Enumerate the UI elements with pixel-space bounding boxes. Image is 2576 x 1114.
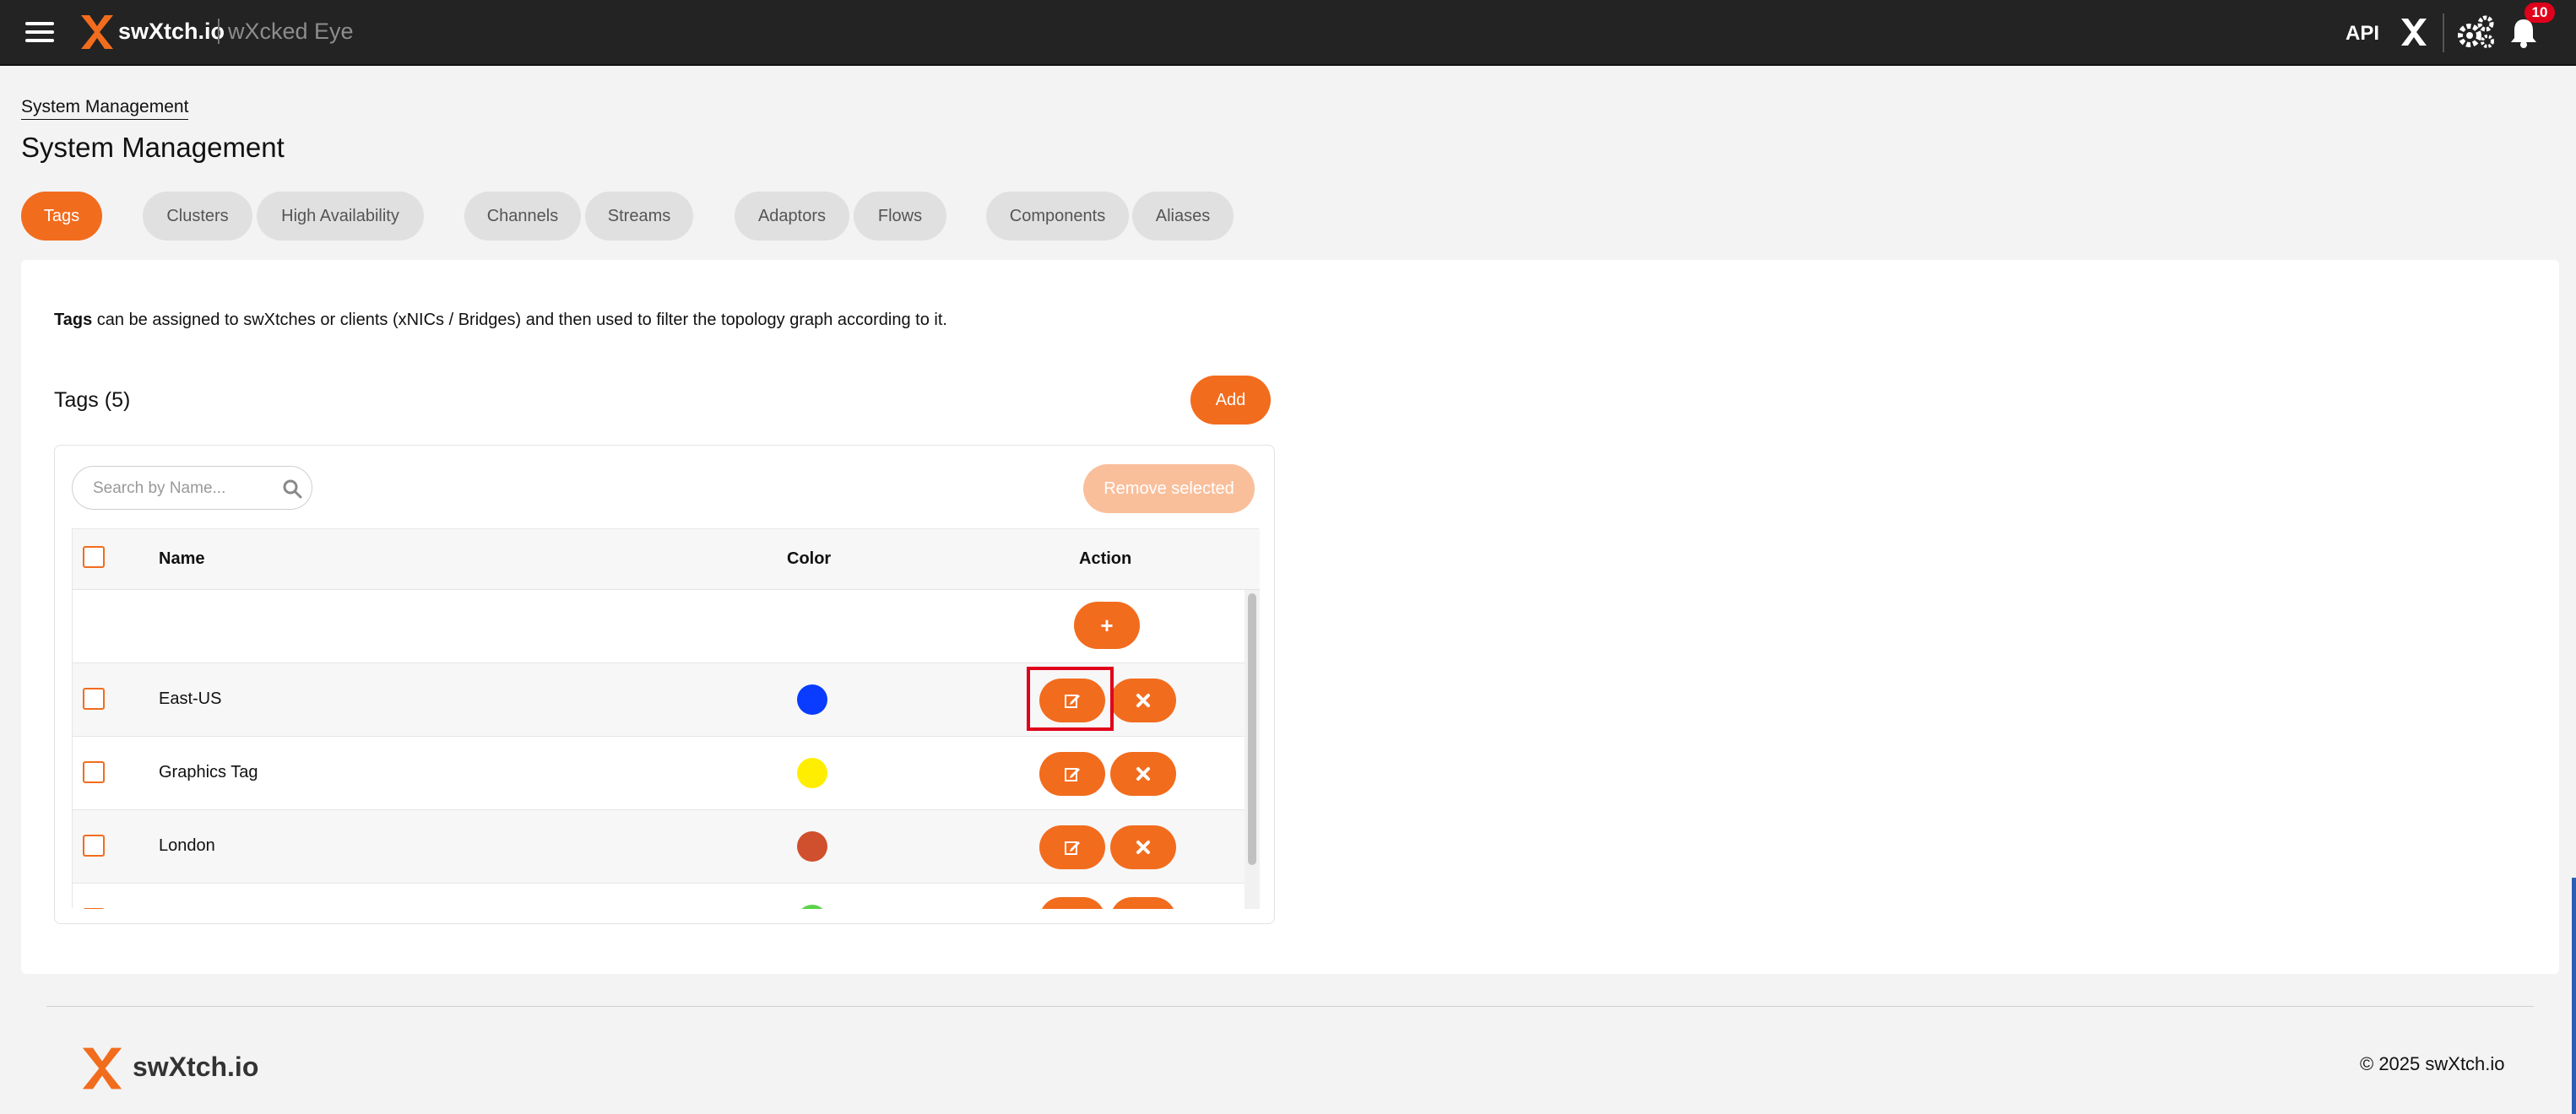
add-row-button[interactable]: + (1074, 602, 1140, 649)
brand-name[interactable]: swXtch.io (118, 19, 225, 45)
top-navbar: swXtch.io wXcked Eye API 10 (0, 0, 2576, 66)
tags-description: Tags can be assigned to swXtches or clie… (54, 311, 947, 330)
table-body: + East-US Graphics Tag London (73, 590, 1245, 909)
tab-channels[interactable]: Channels (464, 192, 581, 241)
edit-tag-button[interactable] (1039, 752, 1105, 796)
close-icon (1136, 694, 1150, 707)
edit-tag-button[interactable] (1039, 825, 1105, 869)
column-header-color: Color (787, 549, 832, 568)
select-all-checkbox[interactable] (83, 546, 105, 568)
delete-tag-button[interactable] (1110, 825, 1176, 869)
notification-badge[interactable]: 10 (2524, 3, 2555, 23)
tab-aliases[interactable]: Aliases (1132, 192, 1234, 241)
tag-name: London (159, 836, 215, 855)
row-checkbox[interactable] (83, 688, 105, 710)
tag-name: East-US (159, 689, 222, 708)
scrollbar-thumb[interactable] (1248, 593, 1256, 865)
footer-logo-icon[interactable] (79, 1043, 126, 1094)
tag-color-swatch (797, 758, 827, 788)
close-icon (1136, 767, 1150, 781)
product-name: wXcked Eye (228, 19, 354, 44)
row-checkbox[interactable] (83, 835, 105, 857)
edit-tag-button[interactable] (1039, 897, 1105, 909)
tab-streams[interactable]: Streams (585, 192, 693, 241)
api-link[interactable]: API (2346, 22, 2379, 46)
tag-color-swatch (797, 831, 827, 862)
tag-color-swatch (797, 905, 827, 909)
remove-selected-button[interactable]: Remove selected (1083, 464, 1255, 513)
edit-button-highlight (1027, 667, 1114, 731)
search-box[interactable] (72, 466, 312, 510)
tab-components[interactable]: Components (986, 192, 1129, 241)
table-row (73, 884, 1245, 909)
footer-divider (46, 1006, 2534, 1007)
breadcrumb[interactable]: System Management (21, 97, 189, 120)
gears-icon[interactable] (2455, 14, 2496, 51)
table-row: Graphics Tag (73, 737, 1245, 810)
window-edge (2572, 878, 2576, 1114)
tab-clusters[interactable]: Clusters (143, 192, 252, 241)
close-icon (1136, 841, 1150, 854)
delete-tag-button[interactable] (1110, 897, 1176, 909)
tab-flows[interactable]: Flows (854, 192, 946, 241)
swxtch-x-icon[interactable] (2400, 17, 2428, 47)
tag-name: Graphics Tag (159, 763, 258, 781)
tags-count-title: Tags (5) (54, 388, 131, 412)
copyright: © 2025 swXtch.io (2360, 1053, 2505, 1074)
table-header: Name Color Action (73, 529, 1260, 590)
row-checkbox[interactable] (83, 908, 105, 909)
edit-icon (1065, 841, 1080, 855)
brand-divider (218, 19, 220, 44)
table-scrollbar[interactable] (1245, 590, 1260, 909)
delete-tag-button[interactable] (1110, 679, 1176, 722)
row-checkbox[interactable] (83, 761, 105, 783)
search-icon[interactable] (282, 479, 302, 499)
column-header-name[interactable]: Name (159, 549, 204, 569)
column-header-action: Action (1079, 549, 1132, 568)
new-tag-row: + (73, 590, 1245, 663)
page-title: System Management (21, 132, 285, 163)
menu-icon[interactable] (25, 22, 54, 46)
tag-color-swatch (797, 684, 827, 715)
table-row: London (73, 810, 1245, 884)
add-button[interactable]: Add (1190, 376, 1271, 425)
tab-tags[interactable]: Tags (21, 192, 102, 241)
search-input[interactable] (93, 477, 270, 500)
tab-high-availability[interactable]: High Availability (257, 192, 424, 241)
description-text: can be assigned to swXtches or clients (… (92, 311, 947, 329)
delete-tag-button[interactable] (1110, 752, 1176, 796)
tab-adaptors[interactable]: Adaptors (735, 192, 849, 241)
swxtch-logo-icon[interactable] (78, 12, 117, 52)
description-bold: Tags (54, 311, 93, 329)
edit-icon (1065, 768, 1080, 781)
footer-brand[interactable]: swXtch.io (133, 1052, 258, 1083)
toolbar-divider (2443, 14, 2444, 52)
